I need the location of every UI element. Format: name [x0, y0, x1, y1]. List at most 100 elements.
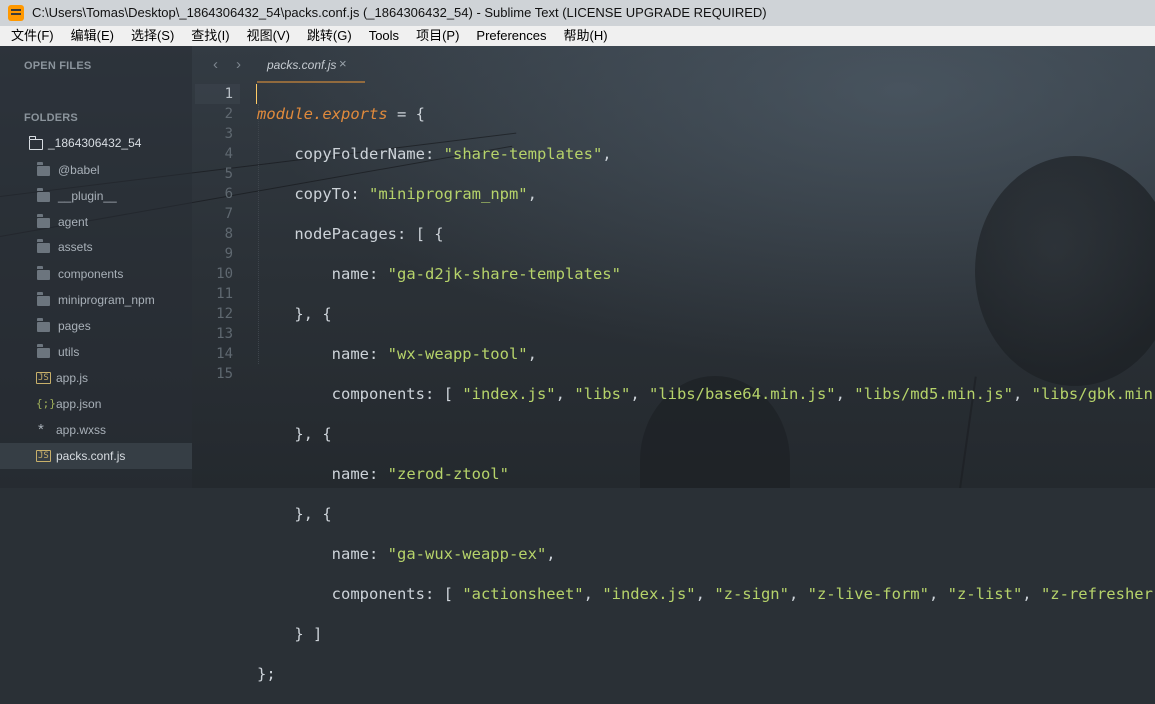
nav-forward-icon[interactable]: ›	[236, 56, 241, 73]
code-line-3: copyTo: "miniprogram_npm",	[294, 185, 537, 203]
menu-edit[interactable]: 编辑(E)	[60, 26, 120, 46]
json-file-icon: {;}	[36, 397, 56, 410]
sidebar-item-label: assets	[58, 240, 93, 254]
code-property: components	[331, 385, 425, 403]
line-number: 13	[216, 326, 233, 342]
line-number: 2	[224, 106, 233, 122]
code-line-1: module.exports = {	[257, 104, 1155, 124]
menu-bar: 文件(F) 编辑(E) 选择(S) 查找(I) 视图(V) 跳转(G) Tool…	[0, 26, 1155, 46]
folder-icon	[37, 318, 50, 332]
code-line-6: }, {	[257, 304, 1155, 324]
sidebar-item-app-wxss[interactable]: * app.wxss	[0, 417, 192, 443]
text-cursor	[256, 84, 257, 104]
code-property: copyFolderName	[294, 145, 425, 163]
folders-header: FOLDERS	[24, 112, 78, 124]
code-string: "share-templates"	[443, 145, 603, 163]
line-number: 5	[224, 166, 233, 182]
folder-icon	[37, 214, 50, 228]
menu-selection[interactable]: 选择(S)	[120, 26, 180, 46]
active-tab-indicator	[257, 81, 365, 83]
sidebar-item-plugin[interactable]: __plugin__	[0, 183, 192, 209]
tab-label: packs.conf.js	[267, 58, 337, 72]
code-string: "z-list"	[947, 585, 1023, 603]
sidebar-item-label: miniprogram_npm	[58, 293, 155, 307]
code-string: "z-live-form"	[807, 585, 929, 603]
menu-help[interactable]: 帮助(H)	[553, 26, 614, 46]
code-punctuation: }, {	[294, 305, 332, 323]
nav-back-icon[interactable]: ‹	[213, 56, 218, 73]
sidebar-item-label: agent	[58, 215, 89, 229]
menu-preferences[interactable]: Preferences	[465, 26, 552, 46]
sidebar-item-assets[interactable]: assets	[0, 234, 192, 260]
sidebar-item-utils[interactable]: utils	[0, 339, 192, 365]
sidebar-item-miniprogram-npm[interactable]: miniprogram_npm	[0, 287, 192, 313]
menu-goto[interactable]: 跳转(G)	[296, 26, 358, 46]
sidebar-item-app-js[interactable]: JS app.js	[0, 365, 192, 391]
sidebar-item-agent[interactable]: agent	[0, 209, 192, 235]
code-line-9: }, {	[257, 424, 1155, 444]
sidebar-item-label: packs.conf.js	[56, 449, 126, 463]
code-string: "index.js"	[602, 585, 696, 603]
line-number: 9	[224, 246, 233, 262]
code-string: "index.js"	[462, 385, 556, 403]
code-string: "ga-wux-weapp-ex"	[387, 545, 547, 563]
folder-icon	[37, 162, 50, 176]
code-editor[interactable]: module.exports = { copyFolderName: "shar…	[257, 84, 1155, 704]
code-line-12: name: "ga-wux-weapp-ex",	[331, 545, 556, 563]
code-line-4: nodePacages: [ {	[257, 224, 1155, 244]
sidebar-folder-root[interactable]: _1864306432_54	[0, 130, 192, 156]
code-punctuation: };	[257, 665, 276, 683]
code-line-14: } ]	[257, 624, 1155, 644]
code-string: "ga-d2jk-share-templates"	[387, 265, 621, 283]
code-string: "libs/gbk.min	[1031, 385, 1153, 403]
code-string: "libs/base64.min.js"	[648, 385, 836, 403]
menu-find[interactable]: 查找(I)	[180, 26, 235, 46]
window-title: C:\Users\Tomas\Desktop\_1864306432_54\pa…	[32, 5, 767, 20]
code-string: "wx-weapp-tool"	[387, 345, 528, 363]
menu-tools[interactable]: Tools	[358, 26, 405, 46]
line-number-gutter: 1 2 3 4 5 6 7 8 9 10 11 12 13 14 15	[195, 84, 233, 384]
sublime-text-icon	[8, 5, 24, 21]
code-line-11: }, {	[257, 504, 1155, 524]
menu-file[interactable]: 文件(F)	[0, 26, 60, 46]
code-line-5: name: "ga-d2jk-share-templates"	[331, 265, 621, 283]
code-line-13: components: [ "actionsheet", "index.js",…	[331, 585, 1153, 603]
sidebar-item-pages[interactable]: pages	[0, 313, 192, 339]
folder-icon	[37, 344, 50, 358]
code-property: name	[331, 545, 369, 563]
css-file-icon: *	[38, 421, 44, 438]
sidebar-item-label: @babel	[58, 163, 100, 177]
code-string: "zerod-ztool"	[387, 465, 509, 483]
sidebar-item-label: app.js	[56, 371, 89, 385]
sidebar-item-label: __plugin__	[58, 189, 117, 203]
folder-icon	[37, 292, 50, 306]
code-property: copyTo	[294, 185, 351, 203]
line-number: 10	[216, 266, 233, 282]
folder-icon	[37, 266, 50, 280]
sidebar-item-components[interactable]: components	[0, 261, 192, 287]
line-number: 4	[224, 146, 233, 162]
menu-project[interactable]: 项目(P)	[405, 26, 465, 46]
sidebar-item-label: utils	[58, 345, 80, 359]
sidebar: OPEN FILES FOLDERS _1864306432_54 @babel…	[0, 46, 192, 488]
line-number: 3	[224, 126, 233, 142]
close-icon[interactable]: ×	[339, 56, 347, 71]
code-string: "z-sign"	[714, 585, 789, 603]
line-number: 1	[224, 86, 233, 102]
sidebar-item-app-json[interactable]: {;} app.json	[0, 391, 192, 417]
code-line-10: name: "zerod-ztool"	[331, 465, 509, 483]
code-line-2: copyFolderName: "share-templates",	[294, 145, 612, 163]
code-property: name	[331, 345, 369, 363]
sidebar-item-packs-conf-js[interactable]: JS packs.conf.js	[0, 443, 192, 469]
code-punctuation: : [ {	[396, 225, 444, 243]
menu-view[interactable]: 视图(V)	[236, 26, 296, 46]
js-file-icon: JS	[36, 450, 51, 462]
code-property: name	[331, 465, 369, 483]
code-punctuation: }, {	[294, 505, 332, 523]
line-number: 6	[224, 186, 233, 202]
code-line-15: };	[257, 664, 1155, 684]
sidebar-item-babel[interactable]: @babel	[0, 157, 192, 183]
js-file-icon: JS	[36, 372, 51, 384]
tab-packs-conf-js[interactable]: packs.conf.js ×	[255, 50, 365, 78]
open-files-header: OPEN FILES	[24, 60, 92, 72]
